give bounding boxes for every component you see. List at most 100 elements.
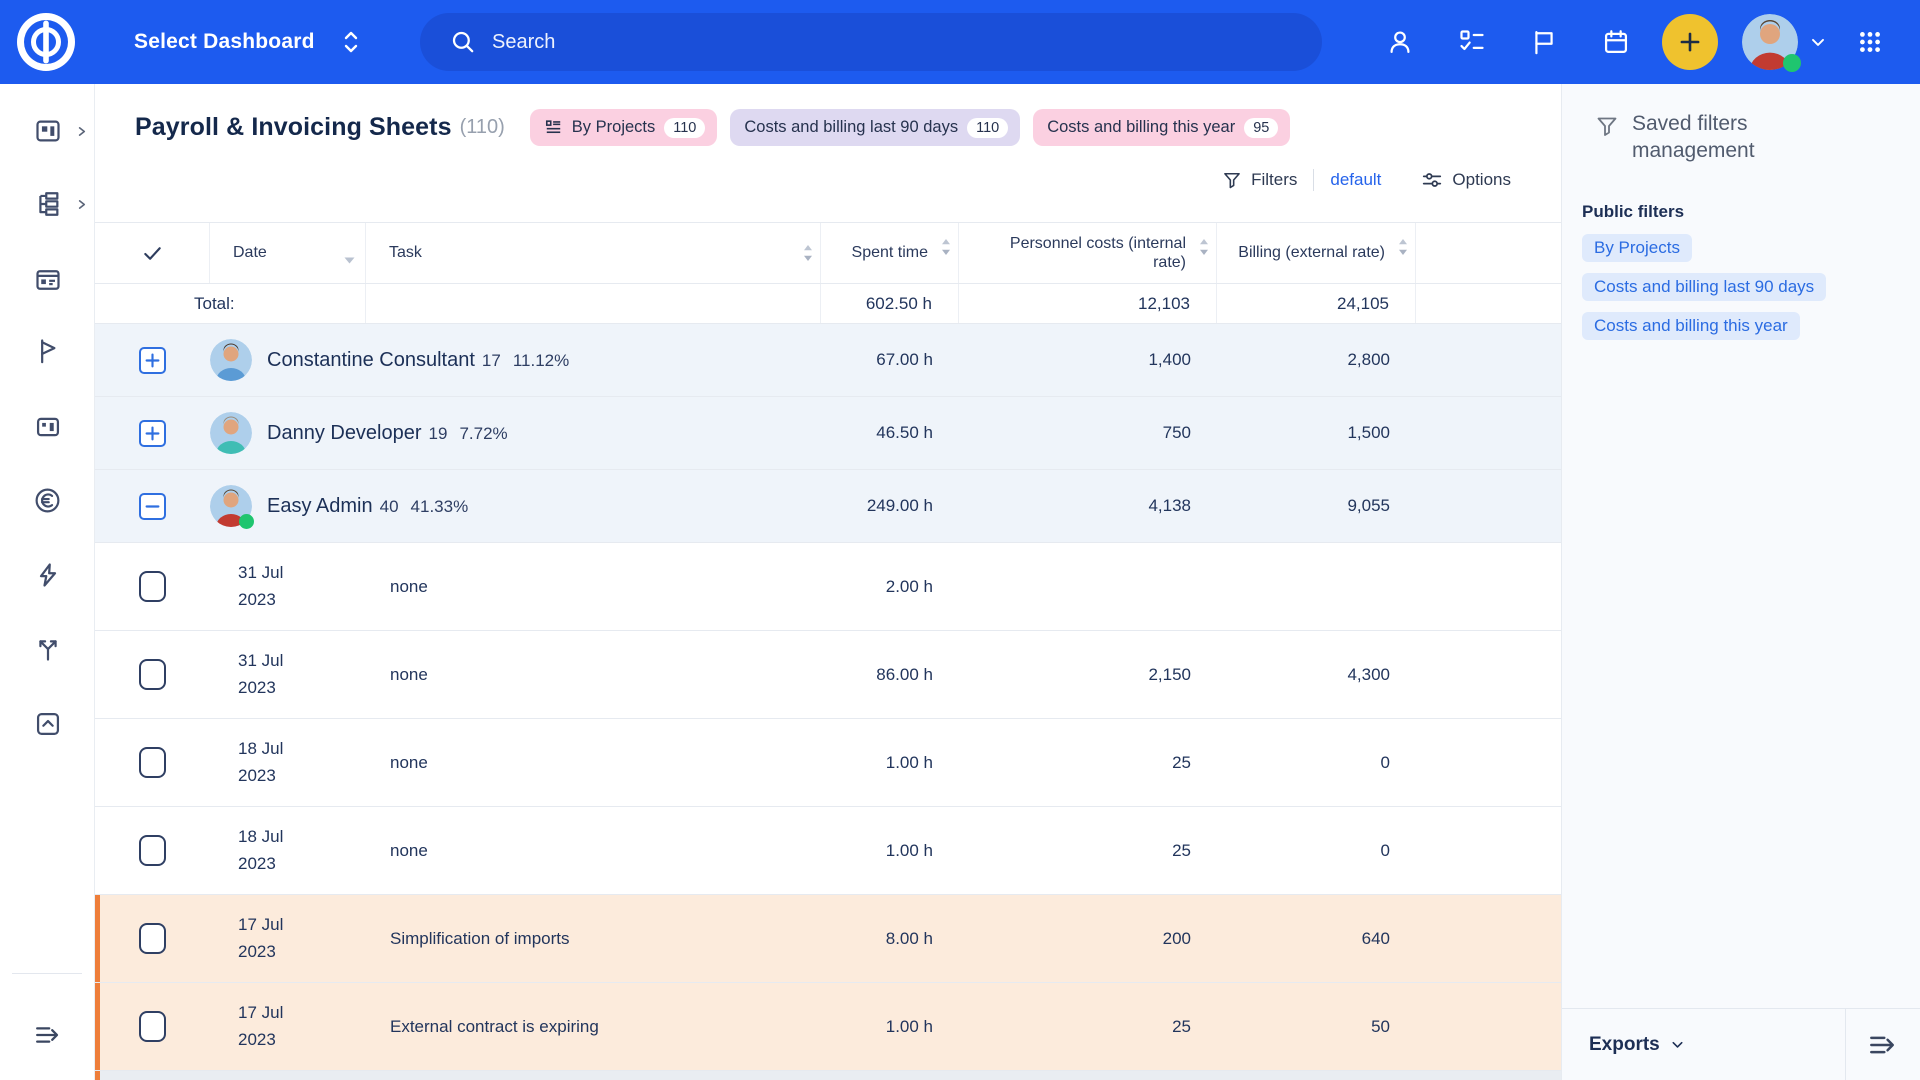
search-input[interactable] xyxy=(492,31,1192,54)
group-user-cell[interactable]: Easy Admin4041.33% xyxy=(210,485,821,527)
online-status-dot xyxy=(239,514,254,529)
toolbar-divider xyxy=(1313,169,1314,191)
public-filter-link[interactable]: By Projects xyxy=(1582,234,1692,262)
public-filter-link[interactable]: Costs and billing this year xyxy=(1582,312,1800,340)
billing-cell: 4,300 xyxy=(1217,665,1416,685)
apps-grid-icon[interactable] xyxy=(1838,0,1902,84)
filters-button[interactable]: Filters xyxy=(1222,170,1297,190)
chevron-right-icon xyxy=(76,126,87,137)
saved-filter-chips: By Projects110 Costs and billing last 90 … xyxy=(530,109,1291,146)
default-filter-link[interactable]: default xyxy=(1330,170,1381,190)
date-cell: 31 Jul2023 xyxy=(210,648,366,701)
row-select-cell xyxy=(95,659,210,690)
flag-icon[interactable] xyxy=(1508,0,1580,84)
filter-chip-label: Costs and billing last 90 days xyxy=(744,118,958,137)
column-header-billing[interactable]: Billing (external rate) xyxy=(1217,223,1416,283)
table-header-row: Date Task Spent time xyxy=(95,222,1561,284)
column-header-personnel-costs[interactable]: Personnel costs (internal rate) xyxy=(959,223,1217,283)
group-percent: 7.72% xyxy=(459,424,507,443)
panel-header: Saved filters management xyxy=(1562,84,1920,165)
select-all-checkmark[interactable] xyxy=(95,223,210,283)
total-task-cell xyxy=(366,284,821,323)
row-checkbox[interactable] xyxy=(139,747,166,778)
expand-group-button[interactable] xyxy=(139,347,166,374)
dashboard-selector[interactable]: Select Dashboard xyxy=(134,0,363,84)
billing-cell: 2,800 xyxy=(1217,350,1416,370)
task-cell[interactable]: none xyxy=(366,577,821,597)
column-header-spent-time[interactable]: Spent time xyxy=(821,223,959,283)
filter-chip-label: By Projects xyxy=(572,118,655,137)
group-entry-count: 19 xyxy=(429,424,448,443)
sidebar-item-dashboards[interactable] xyxy=(0,102,95,160)
options-sliders-icon xyxy=(1421,169,1443,191)
collapse-panel-icon[interactable] xyxy=(1845,1009,1920,1080)
exports-button[interactable]: Exports xyxy=(1562,1009,1845,1080)
collapse-group-button[interactable] xyxy=(139,493,166,520)
tasks-icon[interactable] xyxy=(1436,0,1508,84)
chevron-right-icon xyxy=(76,199,87,210)
table-rows: Constantine Consultant1711.12%67.00 h1,4… xyxy=(95,324,1561,1071)
column-header-actions xyxy=(1416,223,1561,283)
sidebar-item-workflows[interactable] xyxy=(0,620,95,678)
contacts-icon[interactable] xyxy=(1364,0,1436,84)
group-user-cell[interactable]: Constantine Consultant1711.12% xyxy=(210,339,821,381)
group-percent: 41.33% xyxy=(411,497,469,516)
column-header-date[interactable]: Date xyxy=(210,223,366,283)
expand-group-button[interactable] xyxy=(139,420,166,447)
record-count: (110) xyxy=(460,116,505,139)
group-user-name: Danny Developer xyxy=(267,422,422,444)
app-logo-icon[interactable] xyxy=(17,13,75,71)
row-select-cell xyxy=(95,923,210,954)
table-total-row: Total: 602.50 h 12,103 24,105 xyxy=(95,284,1561,324)
row-checkbox[interactable] xyxy=(139,835,166,866)
search-bar[interactable] xyxy=(420,13,1322,71)
task-cell[interactable]: Simplification of imports xyxy=(366,929,821,949)
user-avatar[interactable] xyxy=(1742,14,1798,70)
filter-chip[interactable]: Costs and billing this year95 xyxy=(1033,109,1290,146)
total-extra-cell xyxy=(1416,284,1561,323)
filter-chip-label: Costs and billing this year xyxy=(1047,118,1235,137)
billing-cell: 640 xyxy=(1217,929,1416,949)
filter-chip[interactable]: Costs and billing last 90 days110 xyxy=(730,109,1020,146)
row-select-cell xyxy=(95,347,210,374)
main-content: Payroll & Invoicing Sheets (110) By Proj… xyxy=(95,84,1561,1080)
public-filter-link[interactable]: Costs and billing last 90 days xyxy=(1582,273,1826,301)
spent-time-cell: 1.00 h xyxy=(821,753,959,773)
sidebar-item-modules[interactable] xyxy=(0,398,95,456)
row-checkbox[interactable] xyxy=(139,659,166,690)
row-checkbox[interactable] xyxy=(139,1011,166,1042)
spent-time-cell: 46.50 h xyxy=(821,423,959,443)
expand-sidebar-icon[interactable] xyxy=(0,1010,95,1060)
public-filters-list: By Projects Costs and billing last 90 day… xyxy=(1582,234,1920,340)
sort-icon xyxy=(1199,238,1209,261)
spent-time-cell: 249.00 h xyxy=(821,496,959,516)
spent-time-cell: 8.00 h xyxy=(821,929,959,949)
billing-cell: 0 xyxy=(1217,753,1416,773)
spent-time-cell: 86.00 h xyxy=(821,665,959,685)
table-entry-row: 17 Jul2023Simplification of imports8.00 … xyxy=(95,895,1561,983)
filter-chip[interactable]: By Projects110 xyxy=(530,109,718,146)
row-checkbox[interactable] xyxy=(139,571,166,602)
task-cell[interactable]: none xyxy=(366,665,821,685)
sidebar-item-finance[interactable] xyxy=(0,471,95,529)
options-button[interactable]: Options xyxy=(1421,169,1511,191)
sidebar-item-projects-tree[interactable] xyxy=(0,175,95,233)
sidebar-item-boards[interactable] xyxy=(0,251,95,309)
sidebar-item-automations[interactable] xyxy=(0,546,95,604)
group-user-cell[interactable]: Danny Developer 19 7.72% xyxy=(210,412,821,454)
sidebar-item-uploads[interactable] xyxy=(0,695,95,753)
row-checkbox[interactable] xyxy=(139,923,166,954)
user-menu-chevron-icon[interactable] xyxy=(1798,0,1838,84)
column-header-task[interactable]: Task xyxy=(366,223,821,283)
billing-cell: 50 xyxy=(1217,1017,1416,1037)
add-new-button[interactable] xyxy=(1662,14,1718,70)
spent-time-cell: 1.00 h xyxy=(821,841,959,861)
user-avatar xyxy=(210,412,252,454)
task-cell[interactable]: none xyxy=(366,841,821,861)
task-cell[interactable]: none xyxy=(366,753,821,773)
task-cell[interactable]: External contract is expiring xyxy=(366,1017,821,1037)
user-avatar xyxy=(210,485,252,527)
sidebar-item-milestones[interactable] xyxy=(0,322,95,380)
calendar-icon[interactable] xyxy=(1580,0,1652,84)
group-user-name: Constantine Consultant xyxy=(267,349,475,371)
